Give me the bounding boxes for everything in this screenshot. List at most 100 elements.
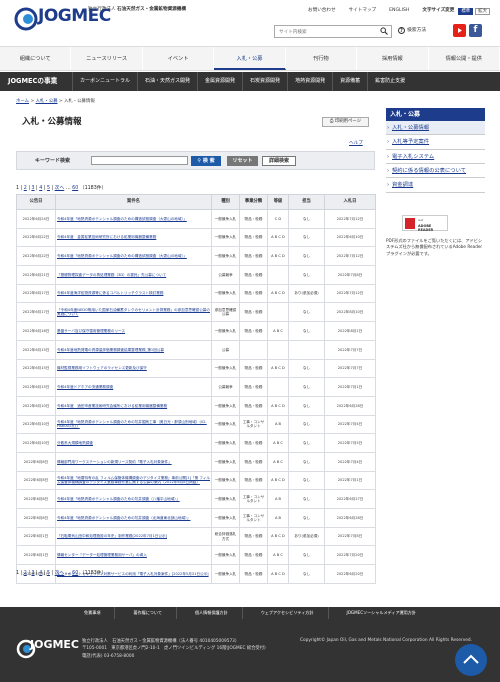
pager-ellipsis: …: [65, 186, 71, 191]
cell-date: 2022年6月24日: [16, 209, 56, 229]
nav-item-disclosure[interactable]: 情報公開・提供: [429, 47, 500, 70]
footer-address: 独立行政法人 石油天然ガス・金属鉱物資源機構（法人番号 401040500957…: [82, 638, 266, 660]
biz-item-carbon-neutral[interactable]: カーボンニュートラル: [72, 72, 137, 91]
pager-page-2[interactable]: 2: [24, 186, 27, 191]
sidebar-item-e-bidding[interactable]: 電子入札システム: [386, 150, 485, 165]
cell-title: 令和4年度「地熱資源ポテンシャル調査のための坑井掘削工事（奥日光・那須山別地域）…: [55, 414, 212, 435]
cell-category: 物品・役務: [239, 227, 268, 248]
pager-page-5[interactable]: 5: [47, 571, 50, 576]
pager-last[interactable]: 60: [72, 571, 78, 576]
print-page-button[interactable]: ⎙ 印刷用ページ: [322, 117, 369, 127]
cell-date: 2022年6月10日: [16, 395, 56, 416]
nav-item-bidding[interactable]: 入札・公募: [214, 47, 286, 70]
footer-link-accessibility[interactable]: ウェブアクセシビリティ方針: [247, 607, 329, 619]
pager-page-2[interactable]: 2: [24, 571, 27, 576]
search-icon[interactable]: [380, 27, 388, 35]
pager-page-4[interactable]: 4: [39, 186, 42, 191]
adobe-reader-button[interactable]: Get ADOBE READER: [402, 215, 448, 232]
row-title-link[interactable]: 令和4年度「地熱資源ポテンシャル調査のための構造試錐調査（大霧山の地域）」: [57, 217, 187, 221]
cell-type: 一般競争入札: [211, 414, 240, 435]
row-title-link[interactable]: 令和4年度海洋鉱物資源等に係るコバルトリッチクラスト検討業務: [57, 291, 163, 295]
sidebar-item-planned[interactable]: 入札等予定案件: [386, 135, 485, 150]
font-size-label: 文字サイズ変更: [422, 8, 455, 13]
row-title-link[interactable]: 令和4年度地熱発電の資源量評価業務調査結果整理業務_第1回公募: [57, 348, 164, 352]
nav-item-recruit[interactable]: 採用情報: [357, 47, 429, 70]
cell-title: 令和4年度「地層特有の乱 フィルム保管体機構調査のデジタイズ業務」事前公開[1]…: [55, 470, 212, 491]
biz-item-geothermal[interactable]: 地熱資源開発: [287, 72, 332, 91]
breadcrumb-bidding[interactable]: 入札・公募: [36, 99, 58, 104]
row-title-link[interactable]: 令和4年度「地層特有の乱 フィルム保管体機構調査のデジタイズ業務」事前公開[1]…: [57, 476, 210, 484]
row-title-link[interactable]: 令和4年度 金属鉱業技術研究所における鉱業用機器整備業務: [57, 235, 156, 239]
youtube-icon[interactable]: [453, 24, 466, 37]
sidebar-item-contract-disclosure[interactable]: 契約に係る情報の公表について: [386, 164, 485, 179]
breadcrumb-home[interactable]: ホーム: [16, 99, 29, 104]
sitemap-link[interactable]: サイトマップ: [349, 8, 377, 15]
cell-category: 物品・役務: [239, 321, 268, 341]
biz-item-mine-pollution[interactable]: 鉱害防止支援: [367, 72, 412, 91]
search-help-link[interactable]: ? 検索方法: [398, 27, 426, 34]
sidebar-item-funding[interactable]: 資金調達: [386, 178, 485, 193]
row-title-link[interactable]: 「令和4年度NEDO等用いた国家石油備蓄タンクのセリメント計測業務」の参加意思確…: [57, 308, 210, 316]
help-link[interactable]: ヘルプ: [349, 141, 363, 147]
row-title-link[interactable]: 令和4年度ドアホアの流通業務調査: [57, 385, 113, 389]
nav-item-news[interactable]: ニュースリリース: [71, 47, 143, 70]
sidebar-head[interactable]: 入札・公募: [386, 108, 485, 121]
results-table: 公告日 案件名 種別 事業分類 等級 担当 入札日 2022年6月24日 令和4年…: [16, 194, 376, 584]
biz-item-oil-gas[interactable]: 石油・天然ガス開発: [137, 72, 197, 91]
nav-item-organization[interactable]: 組織について: [0, 47, 72, 70]
cell-dept: なし: [288, 508, 325, 528]
pager-next[interactable]: 次へ: [55, 571, 65, 576]
row-title-link[interactable]: 令和4年度 酒田市産業技術研究会議所における鉱業用機器整備業務: [57, 404, 167, 408]
reset-button[interactable]: リセット: [227, 156, 258, 166]
english-link[interactable]: ENGLISH: [389, 8, 409, 15]
table-row: 2022年6月10日 令和4年度 酒田市産業技術研究会議所における鉱業用機器整備業…: [16, 395, 376, 416]
pager-page-5[interactable]: 5: [47, 186, 50, 191]
detail-search-button[interactable]: 詳細検索: [262, 156, 296, 166]
facebook-icon[interactable]: f: [469, 24, 482, 37]
footer-link-disclaimer[interactable]: 免責事項: [70, 607, 116, 619]
footer-link-social[interactable]: JOGMECソーシャルメディア運用方針: [333, 607, 430, 619]
footer-link-copyright[interactable]: 著作権について: [119, 607, 177, 619]
cell-category: [239, 339, 268, 360]
business-nav-head[interactable]: JOGMECの事業: [0, 72, 72, 91]
pager-next[interactable]: 次へ: [55, 186, 65, 191]
col-header-bid-date: 入札日: [324, 194, 376, 210]
pager-page-3[interactable]: 3: [31, 186, 34, 191]
cell-title: 令和4年度「地熱資源ポテンシャル調査のための坑井調査（八幡平山地域）」: [55, 489, 212, 509]
page-top-button[interactable]: [455, 644, 487, 676]
contact-link[interactable]: お問い合わせ: [308, 8, 336, 15]
pager-page-3[interactable]: 3: [31, 571, 34, 576]
keyword-search-button[interactable]: ⚲ 検 索: [191, 156, 221, 166]
row-title-link[interactable]: 令和4年度「地熱資源ポテンシャル調査のための坑井調査（八幡平山地域）」: [57, 497, 180, 501]
nav-item-events[interactable]: イベント: [143, 47, 215, 70]
cell-bid-date: 2022年7月1日: [324, 377, 376, 397]
row-title-link[interactable]: 「石転電気山田中和処理施設の年史」制作業務[2022年7月1日公示]: [57, 534, 167, 538]
row-title-link[interactable]: 「基礎物理探査データの再処理業務（3D）の委託」先公募について: [57, 273, 166, 277]
footer-link-privacy[interactable]: 個人情報保護方針: [181, 607, 243, 619]
row-title-link[interactable]: 情報部門用ワークステーションの新規リース契約「電子入札対象案件」: [57, 460, 172, 464]
biz-item-metals[interactable]: 金属資源開発: [197, 72, 242, 91]
table-row: 2022年6月22日 令和4年度「地熱資源ポテンシャル調査のための構造試錐調査（大…: [16, 246, 376, 267]
row-title-link[interactable]: 基盤サーバ及び保守運用管理業務のリース: [57, 329, 125, 333]
row-title-link[interactable]: 令和4年度「地熱資源ポテンシャル調査のための坑井調査（北海道東北部山地域）」: [57, 516, 190, 520]
cell-date: 2022年6月8日: [16, 451, 56, 472]
pager-last[interactable]: 60: [72, 186, 78, 191]
keyword-input[interactable]: [91, 156, 188, 165]
row-title-link[interactable]: 分散系大規模地熱調査: [57, 441, 93, 445]
biz-item-coal[interactable]: 石炭資源開発: [242, 72, 287, 91]
footer-logo-text: JOGMEC: [30, 638, 80, 651]
font-size-large-button[interactable]: 拡大: [475, 8, 490, 16]
row-title-link[interactable]: 令和4年度「地熱資源ポテンシャル調査のための構造試錐調査（大霧山の地域）」: [57, 254, 187, 258]
site-search-input[interactable]: [274, 25, 392, 38]
row-title-link[interactable]: 機材監視業務用ソフトウェアのライセンス更新及び保守: [57, 366, 147, 370]
biz-item-stockpiling[interactable]: 資源備蓄: [332, 72, 367, 91]
row-title-link[interactable]: 情報センター「データー処理管理業務用サーバ」の導入: [57, 553, 147, 557]
sidebar-item-bidding-info[interactable]: 入札・公募情報: [386, 121, 485, 136]
pager-page-4[interactable]: 4: [39, 571, 42, 576]
site-header: JOGMEC 独立行政法人 石油天然ガス・金属鉱物資源機構 お問い合わせ サイト…: [0, 0, 500, 44]
font-size-normal-button[interactable]: 標準: [458, 8, 474, 16]
cell-dept: なし: [288, 545, 325, 566]
cell-category: 工事・コンサルタント: [239, 489, 268, 509]
nav-item-publications[interactable]: 刊行物: [286, 47, 358, 70]
row-title-link[interactable]: 令和4年度「地熱資源ポテンシャル調査のための坑井掘削工事（奥日光・那須山別地域）…: [57, 420, 207, 428]
